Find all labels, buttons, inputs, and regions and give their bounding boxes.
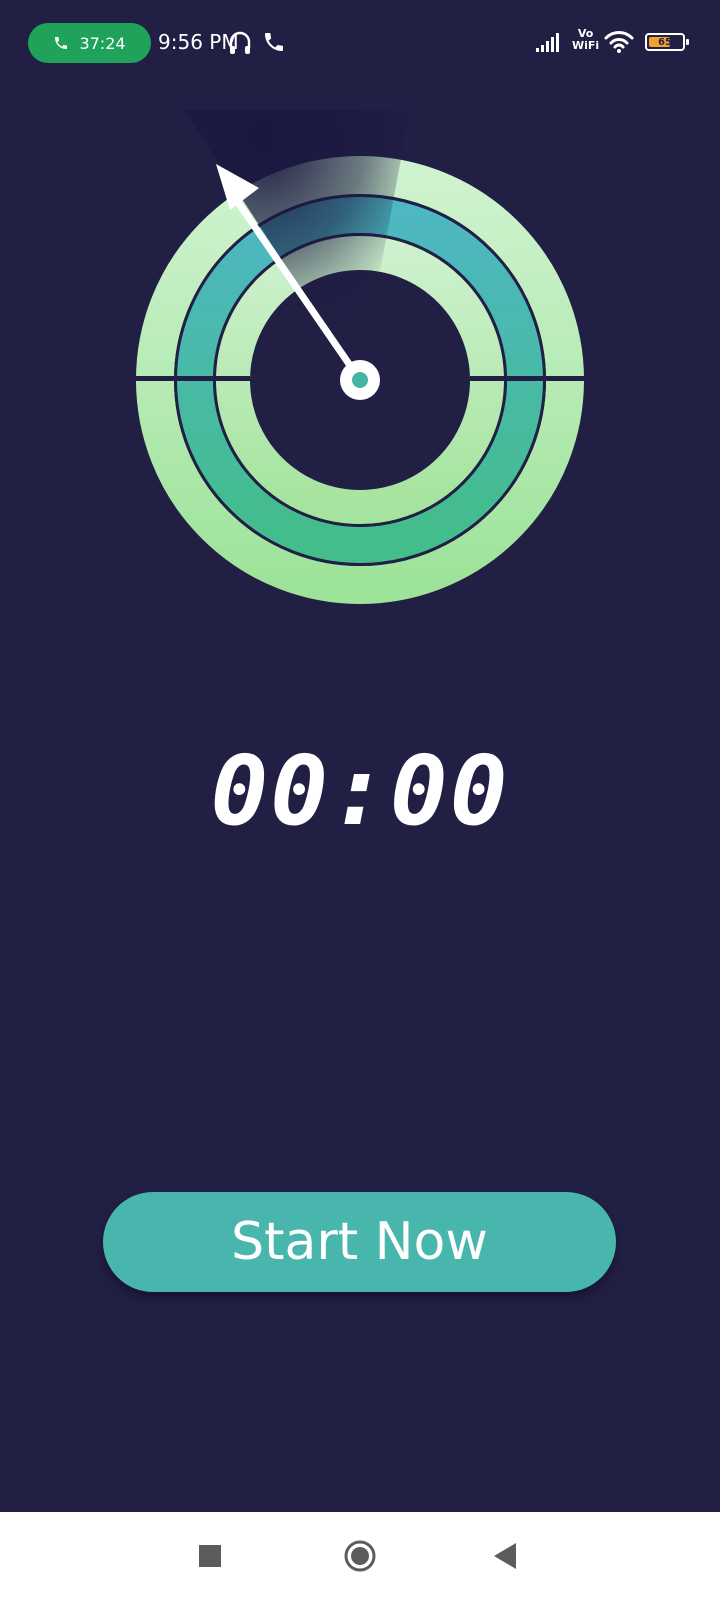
vowifi-bottom-label: WiFi (572, 39, 600, 52)
start-now-button[interactable]: Start Now (103, 1192, 616, 1292)
recents-button[interactable] (186, 1532, 234, 1580)
speed-gauge (120, 110, 600, 604)
wifi-icon (604, 31, 634, 53)
signal-icon (536, 33, 559, 52)
navigation-bar (0, 1512, 720, 1600)
battery-level: 65 (658, 36, 672, 48)
clock: 9:56 PM (158, 30, 239, 54)
status-bar: 37:24 9:56 PM Vo WiFi 65 (0, 0, 720, 90)
square-icon (199, 1545, 221, 1567)
home-button[interactable] (336, 1532, 384, 1580)
elapsed-timer: 00:00 (210, 735, 510, 847)
battery-indicator: 65 (645, 33, 689, 51)
vowifi-indicator: Vo WiFi (572, 28, 599, 52)
triangle-back-icon (494, 1543, 516, 1569)
headphones-icon (229, 31, 251, 54)
right-divider (470, 376, 600, 381)
left-divider (120, 376, 250, 381)
ongoing-call-pill[interactable]: 37:24 (28, 23, 151, 63)
back-button[interactable] (482, 1532, 530, 1580)
circle-icon (344, 1540, 376, 1572)
phone-icon (265, 33, 283, 51)
call-timer: 37:24 (79, 33, 126, 53)
phone-icon (55, 37, 68, 49)
